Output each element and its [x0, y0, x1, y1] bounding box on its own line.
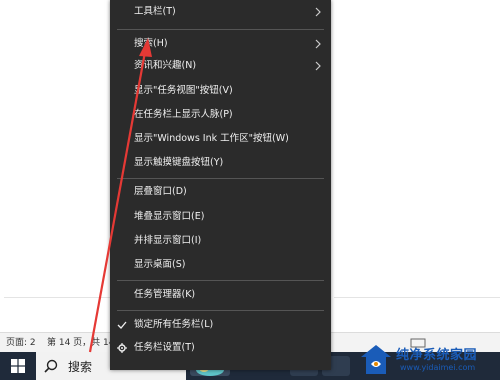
start-button[interactable] [0, 352, 36, 380]
menu-item-search[interactable]: 搜索(H) [110, 34, 331, 54]
gear-icon [117, 343, 127, 353]
chevron-right-icon [315, 39, 321, 49]
taskbar-context-menu: 工具栏(T) 搜索(H) 资讯和兴趣(N) 显示"任务视图"按钮(V) 在任务栏… [110, 0, 331, 370]
search-label: 搜索 [68, 359, 93, 374]
menu-item-taskbar-settings[interactable]: 任务栏设置(T) [110, 338, 331, 358]
menu-item-label: 堆叠显示窗口(E) [134, 211, 205, 222]
menu-item-touch-keyboard-button[interactable]: 显示触摸键盘按钮(Y) [110, 153, 331, 173]
menu-item-show-people[interactable]: 在任务栏上显示人脉(P) [110, 105, 331, 125]
menu-separator [117, 178, 324, 179]
watermark-url: www.yidaimei.com [400, 363, 476, 372]
menu-item-stack-windows[interactable]: 堆叠显示窗口(E) [110, 207, 331, 227]
search-icon [44, 359, 58, 373]
menu-item-cascade-windows[interactable]: 层叠窗口(D) [110, 182, 331, 202]
watermark: 纯净系统家园 www.yidaimei.com [356, 340, 500, 380]
status-page-of[interactable]: 第 14 页，共 14 [47, 333, 115, 353]
menu-item-lock-taskbars[interactable]: 锁定所有任务栏(L) [110, 315, 331, 335]
menu-item-show-desktop[interactable]: 显示桌面(S) [110, 255, 331, 275]
menu-item-label: 搜索(H) [134, 38, 168, 49]
menu-item-label: 并排显示窗口(I) [134, 235, 202, 246]
menu-item-task-manager[interactable]: 任务管理器(K) [110, 285, 331, 305]
menu-item-label: 显示桌面(S) [134, 259, 186, 270]
watermark-title: 纯净系统家园 [396, 348, 478, 363]
menu-item-label: 资讯和兴趣(N) [134, 60, 197, 71]
page-guide-line [4, 297, 112, 298]
page-guide-line-right [334, 297, 500, 298]
menu-item-windows-ink-button[interactable]: 显示"Windows Ink 工作区"按钮(W) [110, 129, 331, 149]
menu-item-label: 在任务栏上显示人脉(P) [134, 109, 233, 120]
status-page[interactable]: 页面: 2 [6, 333, 36, 353]
menu-item-toolbars[interactable]: 工具栏(T) [110, 2, 331, 22]
windows-logo-icon [11, 359, 25, 373]
menu-item-label: 显示"任务视图"按钮(V) [134, 85, 233, 96]
menu-item-label: 显示"Windows Ink 工作区"按钮(W) [134, 133, 289, 144]
menu-item-news-interests[interactable]: 资讯和兴趣(N) [110, 56, 331, 76]
checkmark-icon [117, 321, 127, 329]
menu-item-label: 锁定所有任务栏(L) [134, 319, 214, 330]
menu-separator [117, 29, 324, 30]
menu-separator [117, 280, 324, 281]
menu-item-label: 任务管理器(K) [134, 289, 196, 300]
menu-separator [117, 310, 324, 311]
chevron-right-icon [315, 61, 321, 71]
chevron-right-icon [315, 7, 321, 17]
menu-item-label: 显示触摸键盘按钮(Y) [134, 157, 224, 168]
menu-item-task-view-button[interactable]: 显示"任务视图"按钮(V) [110, 81, 331, 101]
menu-item-label: 任务栏设置(T) [134, 342, 195, 353]
menu-item-side-by-side[interactable]: 并排显示窗口(I) [110, 231, 331, 251]
watermark-logo-icon [361, 345, 391, 374]
menu-item-label: 层叠窗口(D) [134, 186, 187, 197]
menu-item-label: 工具栏(T) [134, 6, 176, 17]
